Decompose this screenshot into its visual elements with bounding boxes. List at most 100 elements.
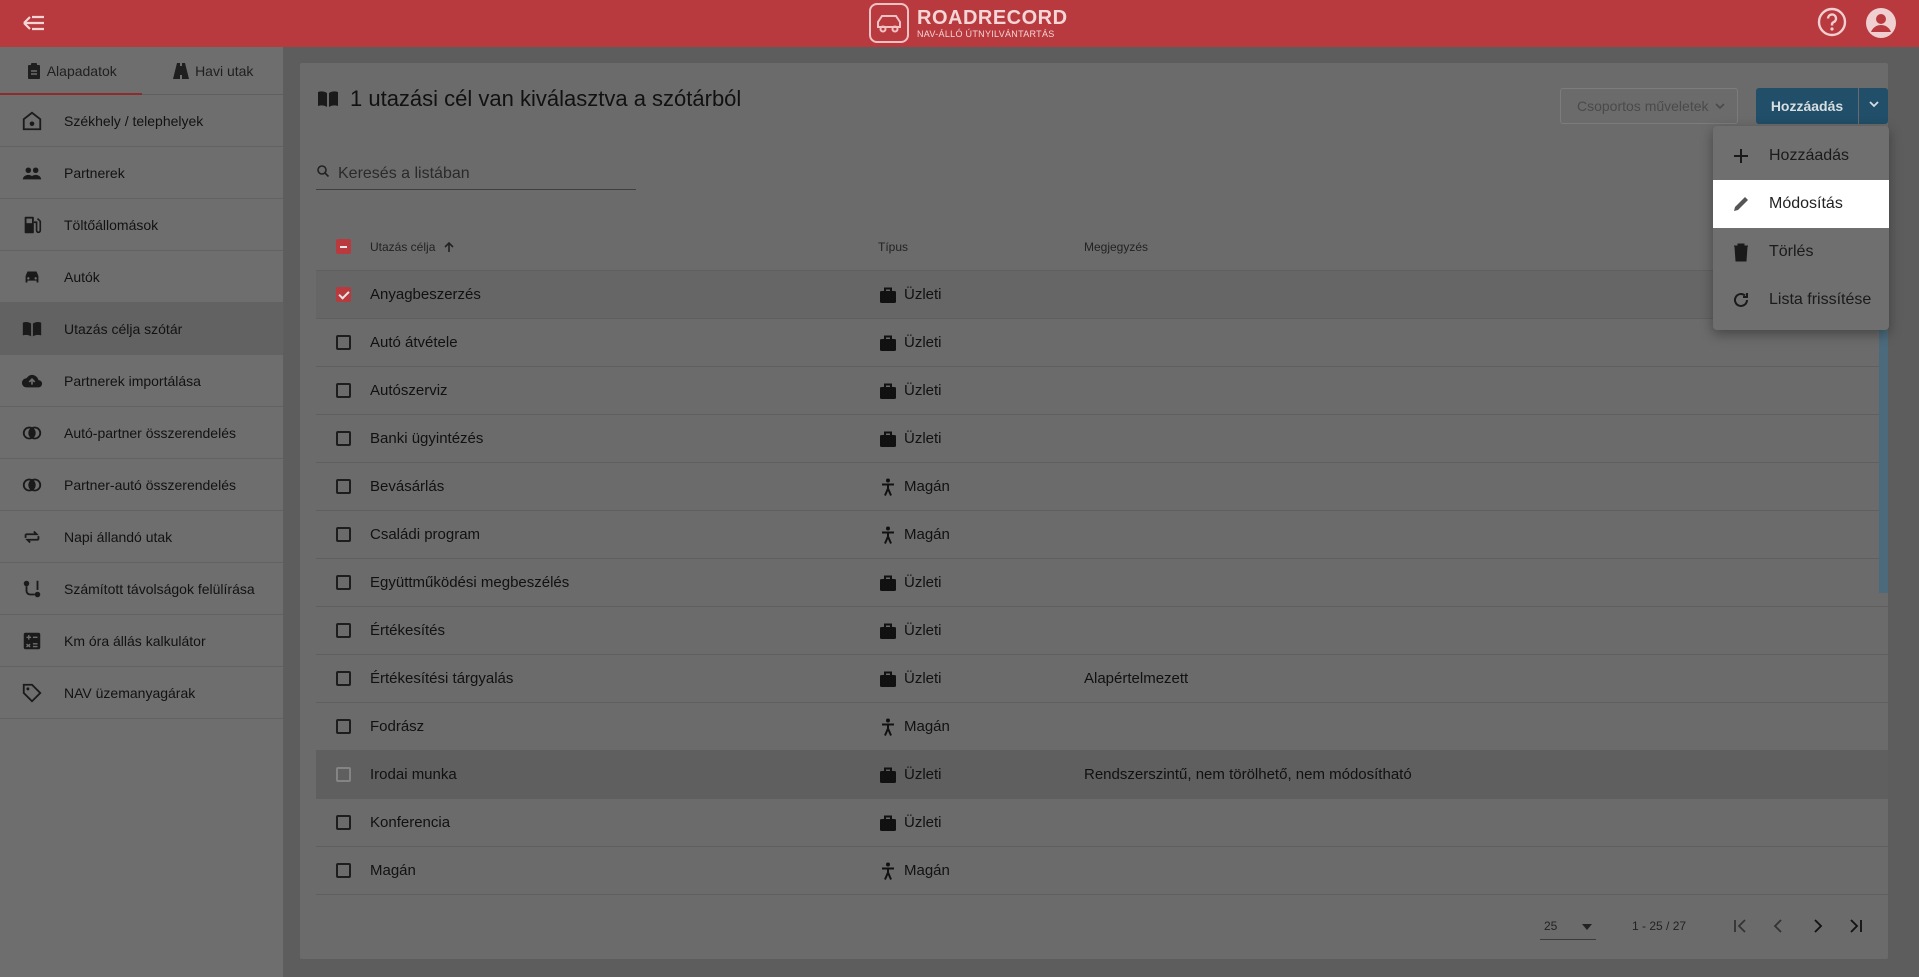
cell-name: Bevásárlás [370, 478, 445, 495]
column-header-type[interactable]: Típus [878, 240, 1084, 254]
row-checkbox[interactable] [335, 527, 351, 542]
sidebar-item-autok[interactable]: Autók [0, 251, 283, 303]
sidebar-item-napi-allando-utak[interactable]: Napi állandó utak [0, 511, 283, 563]
bulk-actions-button[interactable]: Csoportos műveletek [1560, 88, 1738, 124]
cell-type-label: Üzleti [904, 766, 942, 783]
row-checkbox[interactable] [335, 575, 351, 590]
add-button[interactable]: Hozzáadás [1756, 88, 1858, 124]
sidebar-item-label: Partner-autó összerendelés [64, 476, 236, 493]
table-row[interactable]: Anyagbeszerzés Üzleti [316, 271, 1888, 319]
brand-tagline: NAV-ÁLLÓ ÚTNYILVÁNTARTÁS [917, 28, 1055, 39]
cell-type: Magán [878, 477, 1084, 497]
menu-item-label: Módosítás [1769, 195, 1843, 212]
search-field[interactable] [316, 158, 636, 190]
help-icon[interactable] [1816, 6, 1848, 38]
cell-type-label: Magán [904, 526, 950, 543]
row-checkbox [335, 767, 351, 782]
column-header-name[interactable]: Utazás célja [370, 240, 878, 254]
table-row[interactable]: Fodrász Magán [316, 703, 1888, 751]
menu-item-edit[interactable]: Módosítás [1713, 180, 1889, 228]
menu-item-label: Lista frissítése [1769, 291, 1872, 308]
tab-label: Alapadatok [46, 62, 117, 79]
sidebar-item-label: Napi állandó utak [64, 528, 173, 545]
book-icon [316, 87, 340, 111]
row-checkbox[interactable] [335, 431, 351, 446]
page-size-value: 25 [1544, 918, 1558, 933]
row-checkbox[interactable] [335, 623, 351, 638]
page-title-text: 1 utazási cél van kiválasztva a szótárbó… [350, 86, 742, 111]
prev-page-icon[interactable] [1760, 908, 1798, 944]
row-checkbox[interactable] [335, 335, 351, 350]
menu-item-delete[interactable]: Törlés [1713, 228, 1889, 276]
cell-type: Üzleti [878, 621, 1084, 641]
last-page-icon[interactable] [1836, 908, 1874, 944]
menu-item-add[interactable]: Hozzáadás [1713, 132, 1889, 180]
cell-name: Magán [370, 862, 416, 879]
sidebar-item-label: Autók [64, 268, 100, 285]
sidebar-item-label: Töltőállomások [64, 216, 159, 233]
table-row[interactable]: Bevásárlás Magán [316, 463, 1888, 511]
add-menu-toggle[interactable] [1859, 88, 1888, 124]
sidebar-item-label: Számított távolságok felülírása [64, 580, 255, 597]
table-row[interactable]: Értékesítés Üzleti [316, 607, 1888, 655]
table-row[interactable]: Magán Magán [316, 847, 1888, 895]
sidebar-item-szamitott-tavolsagok[interactable]: Számított távolságok felülírása [0, 563, 283, 615]
cell-type-label: Üzleti [904, 574, 942, 591]
sidebar-item-nav-uzemanyagarak[interactable]: NAV üzemanyagárak [0, 667, 283, 719]
next-page-icon[interactable] [1798, 908, 1836, 944]
link-circles-icon [0, 422, 64, 444]
sidebar-tabs: Alapadatok Havi utak [0, 47, 283, 95]
back-arrow-icon[interactable] [18, 10, 50, 36]
sidebar-item-utazas-celja-szotar[interactable]: Utazás célja szótár [0, 303, 283, 355]
row-checkbox[interactable] [335, 479, 351, 494]
sidebar-item-partnerek[interactable]: Partnerek [0, 147, 283, 199]
table-row[interactable]: Autószerviz Üzleti [316, 367, 1888, 415]
table-row[interactable]: Irodai munka Üzleti Rendszerszintű, nem tö… [316, 751, 1888, 799]
sidebar-item-partner-auto[interactable]: Partner-autó összerendelés [0, 459, 283, 511]
row-checkbox[interactable] [335, 863, 351, 878]
briefcase-icon [878, 813, 898, 833]
sidebar-item-auto-partner[interactable]: Autó-partner összerendelés [0, 407, 283, 459]
menu-item-refresh[interactable]: Lista frissítése [1713, 276, 1889, 324]
row-checkbox[interactable] [335, 815, 351, 830]
repeat-icon [0, 526, 64, 548]
row-checkbox[interactable] [335, 383, 351, 398]
cell-name: Anyagbeszerzés [370, 286, 481, 303]
person-icon [878, 861, 898, 881]
sidebar-item-partnerek-importalasa[interactable]: Partnerek importálása [0, 355, 283, 407]
row-checkbox[interactable] [335, 719, 351, 734]
briefcase-icon [878, 669, 898, 689]
tab-havi-utak[interactable]: Havi utak [142, 47, 284, 94]
table-row[interactable]: Autó átvétele Üzleti [316, 319, 1888, 367]
cell-type-label: Üzleti [904, 334, 942, 351]
page-size-select[interactable]: 25 [1540, 912, 1596, 940]
table-row[interactable]: Együttműködési megbeszélés Üzleti [316, 559, 1888, 607]
briefcase-icon [878, 333, 898, 353]
cell-note: Rendszerszintű, nem törölhető, nem módos… [1084, 766, 1412, 783]
sidebar-item-szekhely[interactable]: Székhely / telephelyek [0, 95, 283, 147]
select-all-checkbox[interactable] [335, 239, 351, 254]
car-icon [0, 266, 64, 288]
table-row[interactable]: Konferencia Üzleti [316, 799, 1888, 847]
sidebar-item-toltoallomasok[interactable]: Töltőállomások [0, 199, 283, 251]
table-row[interactable]: Értékesítési tárgyalás Üzleti Alapértelmez… [316, 655, 1888, 703]
account-circle-icon[interactable] [1864, 6, 1898, 40]
route-icon [0, 578, 64, 600]
first-page-icon[interactable] [1722, 908, 1760, 944]
briefcase-icon [878, 285, 898, 305]
pencil-icon [1713, 194, 1769, 214]
row-checkbox[interactable] [335, 287, 351, 302]
tab-alapadatok[interactable]: Alapadatok [0, 47, 142, 95]
cell-type: Üzleti [878, 765, 1084, 785]
briefcase-icon [878, 381, 898, 401]
cell-type-label: Üzleti [904, 430, 942, 447]
table-row[interactable]: Családi program Magán [316, 511, 1888, 559]
person-icon [878, 477, 898, 497]
table-row[interactable]: Banki ügyintézés Üzleti [316, 415, 1888, 463]
sidebar-item-km-kalkulator[interactable]: Km óra állás kalkulátor [0, 615, 283, 667]
cell-note: Alapértelmezett [1084, 670, 1189, 687]
row-checkbox[interactable] [335, 671, 351, 686]
cell-name: Autó átvétele [370, 334, 458, 351]
search-input[interactable] [338, 164, 618, 183]
cell-name: Banki ügyintézés [370, 430, 484, 447]
